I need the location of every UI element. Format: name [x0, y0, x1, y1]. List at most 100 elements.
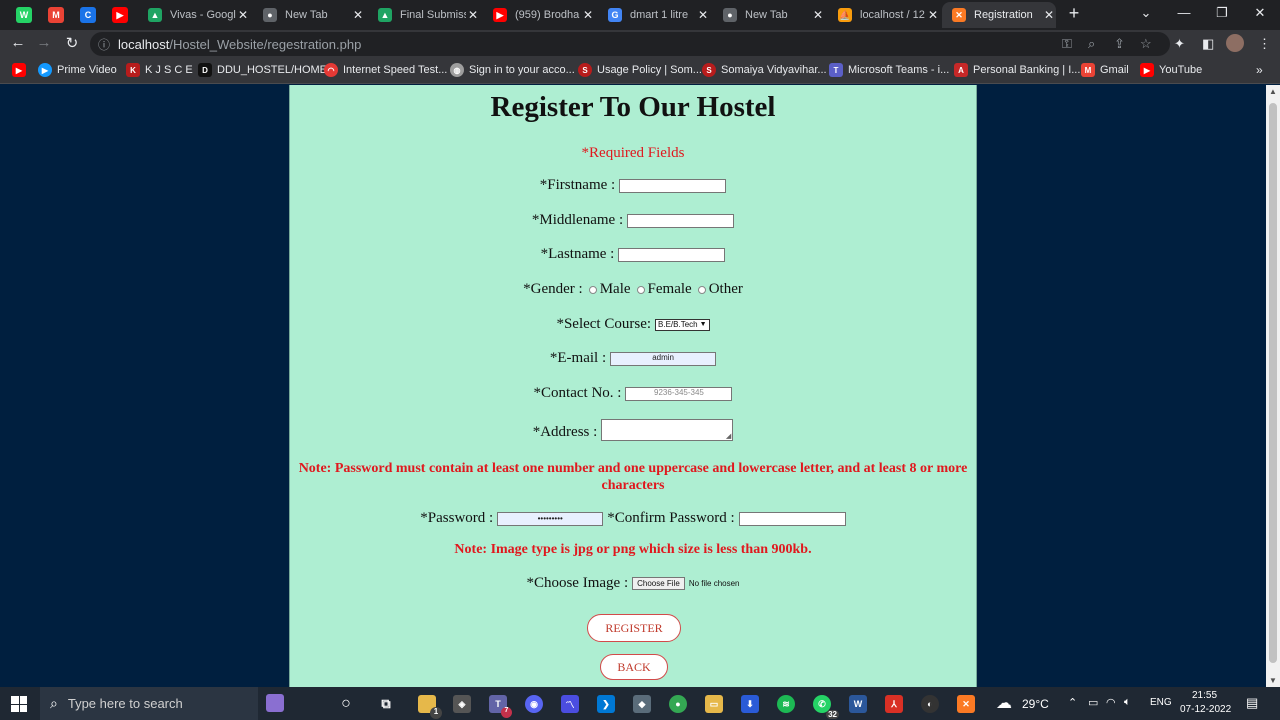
weather-icon[interactable]: ☁ [996, 693, 1012, 713]
bookmark-usage-policy[interactable]: S Usage Policy | Som... [578, 63, 702, 77]
bookmark-star-icon[interactable]: ☆ [1140, 36, 1152, 52]
vertical-scrollbar[interactable]: ▲ ▼ [1266, 85, 1280, 687]
tab-registration[interactable]: ✕ Registration ✕ [942, 2, 1056, 28]
gender-female-radio[interactable] [636, 285, 645, 294]
tab-new-tab-2[interactable]: ● New Tab ✕ [715, 2, 825, 28]
installer-icon[interactable]: ⬇ [741, 695, 759, 713]
side-panel-icon[interactable]: ◧ [1202, 36, 1214, 52]
xampp-icon[interactable]: ✕ [957, 695, 975, 713]
share-icon[interactable]: ⇪ [1114, 36, 1125, 52]
extensions-icon[interactable]: ✦ [1174, 36, 1185, 52]
wifi-icon[interactable]: ◠ [1106, 696, 1116, 709]
address-textarea[interactable]: ◢ [601, 419, 734, 441]
close-icon[interactable]: ✕ [236, 8, 250, 22]
bookmarks-overflow-icon[interactable]: » [1256, 63, 1263, 77]
tab-new-tab-1[interactable]: ● New Tab ✕ [255, 2, 365, 28]
bookmark-teams[interactable]: T Microsoft Teams - i... [829, 63, 949, 77]
discord-icon[interactable]: ◉ [525, 695, 543, 713]
gmail-tab-icon[interactable]: M [48, 7, 64, 23]
choose-file-button[interactable]: Choose File [632, 577, 685, 590]
window-close-button[interactable]: ✕ [1250, 5, 1270, 21]
firstname-field[interactable] [619, 178, 727, 193]
register-button[interactable]: REGISTER [587, 614, 681, 642]
middlename-field[interactable] [627, 213, 735, 228]
weather-temperature[interactable]: 29°C [1022, 697, 1049, 711]
close-icon[interactable]: ✕ [696, 8, 710, 22]
teams-icon[interactable]: T7 [489, 695, 512, 718]
youtube-tab-icon[interactable]: ▶ [112, 7, 128, 23]
unity-icon[interactable]: ◈ [453, 695, 471, 713]
profile-avatar[interactable] [1226, 34, 1244, 52]
zoom-icon[interactable]: ⌕ [1088, 36, 1095, 52]
tab-vivas[interactable]: ▲ Vivas - Googl ✕ [140, 2, 250, 28]
sketch-app-icon[interactable]: 〽 [561, 695, 579, 713]
pdf-reader-icon[interactable]: ⅄ [885, 695, 903, 713]
widgets-icon[interactable] [266, 694, 284, 712]
task-view-icon[interactable]: ⧉ [377, 695, 395, 713]
close-icon[interactable]: ✕ [811, 8, 825, 22]
key-icon[interactable]: ⚿ [1062, 36, 1072, 52]
scroll-up-icon[interactable]: ▲ [1266, 87, 1280, 96]
close-icon[interactable]: ✕ [581, 8, 595, 22]
resize-handle-icon[interactable]: ◢ [726, 432, 731, 440]
bookmark-somaiya[interactable]: S Somaiya Vidyavihar... [702, 63, 827, 77]
cortana-icon[interactable]: ○ [337, 695, 355, 713]
tab-dmart[interactable]: G dmart 1 litre ✕ [600, 2, 710, 28]
whatsapp-icon[interactable]: ✆ 32 [813, 695, 839, 719]
tab-search-icon[interactable]: ⌄ [1136, 5, 1156, 21]
gender-male-radio[interactable] [588, 285, 597, 294]
minimize-button[interactable]: — [1174, 5, 1194, 20]
tab-youtube-brodha[interactable]: ▶ (959) Brodha ✕ [485, 2, 595, 28]
bookmark-kjsce[interactable]: KK J S C E [126, 63, 193, 77]
bookmark-prime-video[interactable]: ▶ Prime Video [38, 63, 117, 77]
taskbar-search-box[interactable]: ⌕ Type here to search [40, 687, 284, 720]
clock-time[interactable]: 21:55 [1192, 690, 1217, 701]
new-tab-button[interactable]: + [1064, 3, 1084, 24]
git-client-icon[interactable]: ◆ [633, 695, 651, 713]
spotify-icon[interactable]: ≋ [777, 695, 795, 713]
windows-start-icon[interactable] [11, 696, 27, 712]
bookmark-personal-banking[interactable]: A Personal Banking | I... [954, 63, 1080, 77]
back-arrow-icon[interactable]: ← [8, 34, 28, 51]
vscode-icon[interactable]: ❯ [597, 695, 615, 713]
confirm-password-field[interactable] [738, 511, 846, 526]
back-button[interactable]: BACK [600, 654, 668, 680]
menu-kebab-icon[interactable]: ⋮ [1258, 36, 1271, 52]
contact-field[interactable]: 9236-345-345 [625, 386, 733, 401]
volume-icon[interactable]: 🔈︎ [1124, 696, 1131, 709]
reload-icon[interactable]: ↻ [62, 34, 82, 52]
password-field[interactable]: ••••••••• [497, 511, 604, 526]
folder-icon[interactable]: ▭ [705, 695, 723, 713]
restore-button[interactable]: ❐ [1212, 5, 1232, 21]
bookmark-ddu-hostel[interactable]: D DDU_HOSTEL/HOME [198, 63, 327, 77]
tab-localhost[interactable]: ⛵ localhost / 12 ✕ [830, 2, 940, 28]
scrollbar-thumb[interactable] [1269, 103, 1277, 663]
notifications-icon[interactable]: ▤ [1246, 695, 1258, 711]
bookmark-youtube[interactable]: ▶ YouTube [1140, 63, 1202, 77]
chrome-icon[interactable]: ● [669, 695, 687, 713]
whatsapp-tab-icon[interactable]: W [16, 7, 32, 23]
close-icon[interactable]: ✕ [466, 8, 480, 22]
close-icon[interactable]: ✕ [926, 8, 940, 22]
obs-icon[interactable]: ◐ [921, 695, 939, 713]
tray-expand-icon[interactable]: ⌃ [1068, 696, 1077, 709]
contacts-tab-icon[interactable]: C [80, 7, 96, 23]
battery-icon[interactable]: ▭ [1088, 696, 1098, 709]
close-icon[interactable]: ✕ [1042, 8, 1056, 22]
info-icon[interactable]: ⓘ [98, 36, 110, 53]
bookmark-youtube-icon[interactable]: ▶ [12, 63, 26, 77]
tab-final-submission[interactable]: ▲ Final Submiss ✕ [370, 2, 480, 28]
forward-arrow-icon[interactable]: → [34, 34, 54, 51]
bookmark-sign-in[interactable]: ◍ Sign in to your acco... [450, 63, 575, 77]
lastname-field[interactable] [618, 247, 726, 262]
scroll-down-icon[interactable]: ▼ [1266, 676, 1280, 685]
clock-date[interactable]: 07-12-2022 [1180, 704, 1231, 715]
close-icon[interactable]: ✕ [351, 8, 365, 22]
email-field[interactable]: admin [610, 351, 717, 366]
language-indicator[interactable]: ENG [1150, 697, 1172, 708]
bookmark-speed-test[interactable]: ◠ Internet Speed Test... [324, 63, 447, 77]
word-icon[interactable]: W [849, 695, 867, 713]
address-bar[interactable]: ⓘ localhost/Hostel_Website/regestration.… [90, 32, 1170, 56]
gender-other-radio[interactable] [697, 285, 706, 294]
file-explorer-icon[interactable]: 1 [418, 695, 442, 719]
